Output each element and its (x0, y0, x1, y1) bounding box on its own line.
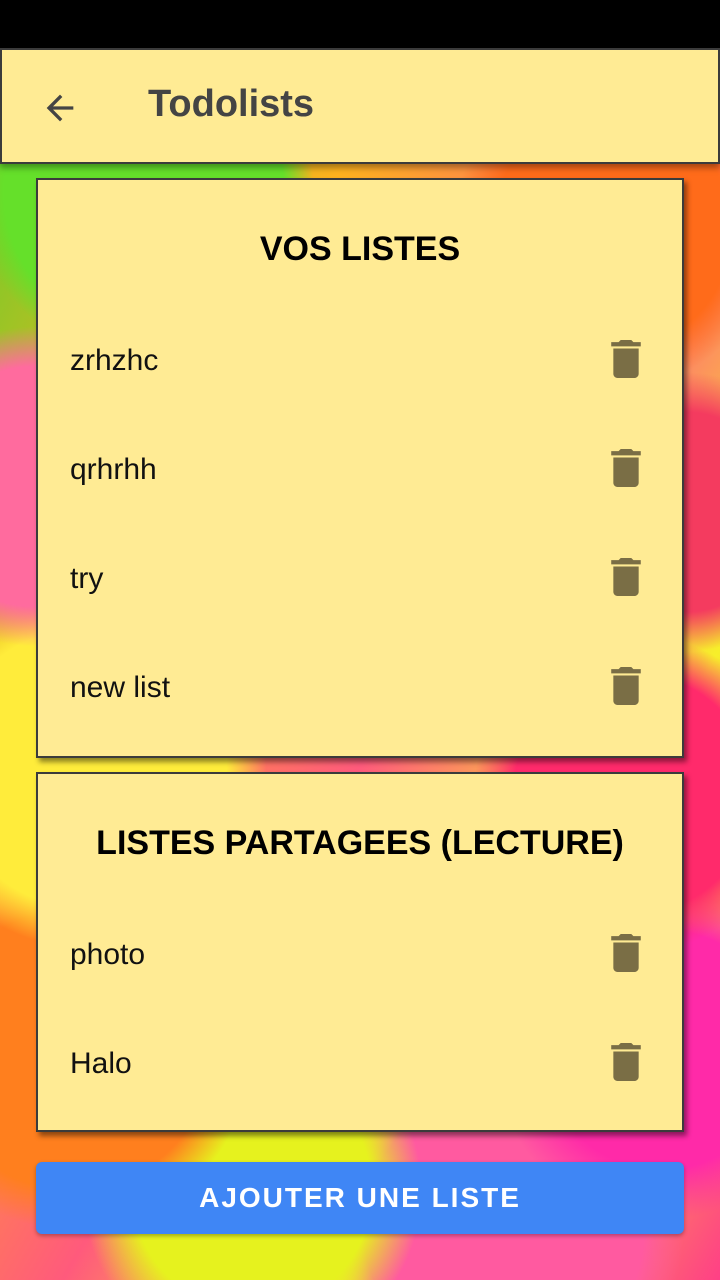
list-item-label: photo (70, 938, 146, 971)
my-lists-card: VOS LISTES zrhzhc qrhrhh try new list (36, 178, 684, 758)
list-item-label: qrhrhh (70, 453, 157, 486)
app-bar: Todolists (0, 48, 720, 164)
list-item-label: zrhzhc (70, 344, 159, 377)
list-item[interactable]: photo (38, 914, 682, 994)
trash-icon[interactable] (610, 558, 642, 596)
list-item[interactable]: try (38, 538, 682, 618)
list-item[interactable]: new list (38, 647, 682, 727)
list-item[interactable]: qrhrhh (38, 429, 682, 509)
list-item-label: new list (70, 671, 171, 704)
trash-icon[interactable] (610, 1043, 642, 1081)
list-item-label: try (70, 562, 104, 595)
shared-lists-title: LISTES PARTAGEES (LECTURE) (96, 824, 624, 862)
trash-icon[interactable] (610, 449, 642, 487)
list-item[interactable]: zrhzhc (38, 320, 682, 400)
shared-lists-card: LISTES PARTAGEES (LECTURE) photo Halo (36, 772, 684, 1132)
status-bar (0, 0, 720, 48)
trash-icon[interactable] (610, 340, 642, 378)
trash-icon[interactable] (610, 934, 642, 972)
trash-icon[interactable] (610, 667, 642, 705)
list-item[interactable]: Halo (38, 1023, 682, 1103)
page-title: Todolists (148, 83, 315, 125)
my-lists-title: VOS LISTES (259, 230, 461, 268)
arrow-left-icon[interactable] (40, 88, 80, 128)
list-item-label: Halo (70, 1047, 132, 1080)
add-list-button[interactable]: AJOUTER UNE LISTE (36, 1162, 684, 1234)
